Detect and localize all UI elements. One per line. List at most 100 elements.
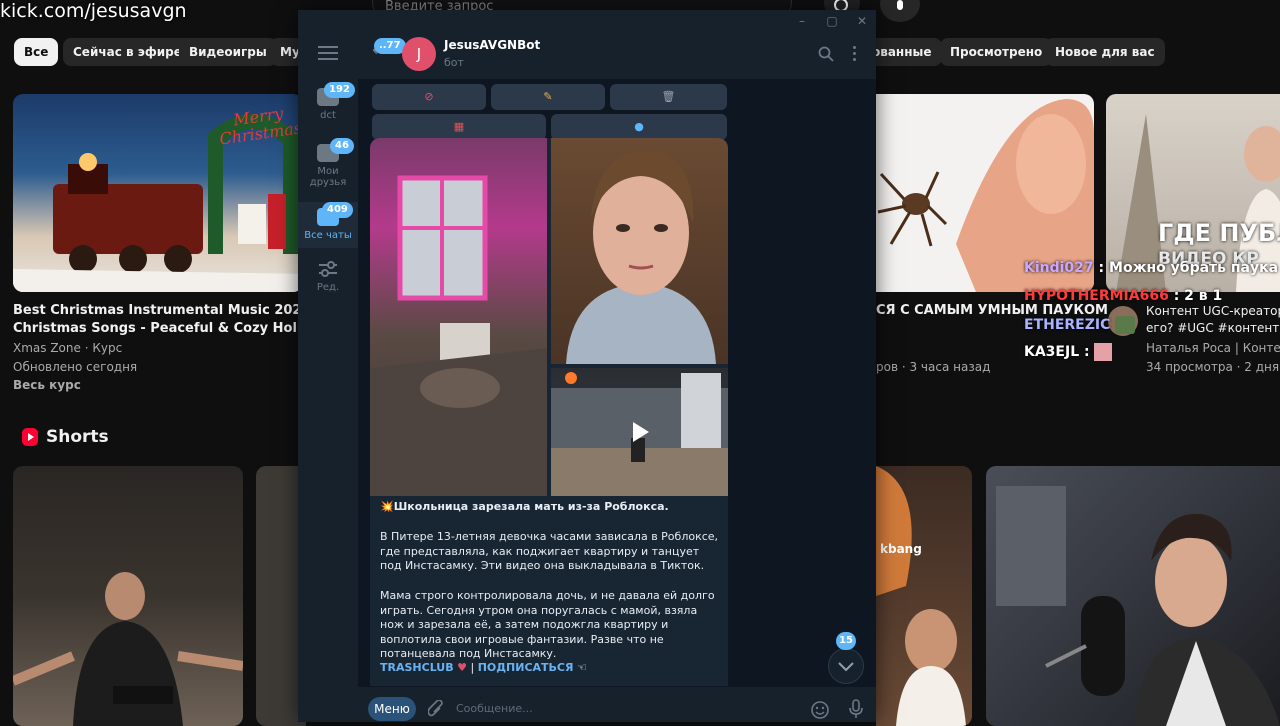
inline-keyboard-button[interactable]: ⊘: [372, 84, 486, 110]
scroll-to-bottom-button[interactable]: [828, 648, 864, 684]
video-title[interactable]: Best Christmas Instrumental Music 2025 🎄…: [13, 302, 303, 338]
shorts-icon: [22, 428, 38, 446]
message-links: TRASHCLUB ♥ | ПОДПИСАТЬСЯ ☜: [380, 661, 720, 676]
message-photo-woman[interactable]: [551, 138, 728, 364]
thumb-overlay-text1: ГДЕ ПУБЛ: [1158, 219, 1280, 247]
attach-icon[interactable]: [427, 699, 444, 722]
full-course-link[interactable]: Весь курс: [13, 376, 81, 395]
no-sign-icon: ⊘: [424, 90, 434, 103]
back-unread-badge: ..77: [374, 38, 406, 54]
link-separator: |: [466, 661, 478, 674]
microphone-icon[interactable]: [849, 699, 863, 723]
message-paragraph-1: В Питере 13-летняя девочка часами зависа…: [380, 530, 719, 572]
calendar-icon: ▦: [453, 120, 465, 133]
message-input[interactable]: Сообщение...: [456, 702, 533, 715]
stream-chat-line: HYPOTHERMIA666 : 2 в 1: [1024, 288, 1222, 304]
woman-portrait-image: [566, 150, 716, 364]
chat-message: : 2 в 1: [1168, 288, 1223, 304]
message-video-roblox[interactable]: [551, 368, 728, 496]
more-options-icon[interactable]: [853, 46, 857, 61]
video-thumbnail-christmas[interactable]: Merry Christmas: [13, 94, 303, 292]
channel-name[interactable]: Xmas Zone · Курс: [13, 339, 122, 358]
chat-username: ETHEREZIC: [1024, 317, 1111, 333]
chip-live[interactable]: Сейчас в эфире: [63, 38, 192, 66]
folder-all-chats[interactable]: Все чаты 409: [298, 202, 358, 248]
pointing-hand-icon: ☜: [573, 661, 587, 674]
kick-channel-url: kick.com/jesusavgn: [0, 0, 187, 22]
short-1-image: [13, 572, 243, 726]
message-paragraph-2: Мама строго контролировала дочь, и не да…: [380, 589, 715, 660]
inline-keyboard-button[interactable]: ✎: [491, 84, 605, 110]
trashclub-link[interactable]: TRASHCLUB: [380, 661, 454, 674]
subscribe-link[interactable]: ПОДПИСАТЬСЯ: [478, 661, 574, 674]
window-titlebar[interactable]: – ▢ ✕: [298, 10, 876, 32]
emoji-icon[interactable]: [810, 700, 830, 724]
chip-new-for-you[interactable]: Новое для вас: [1045, 38, 1165, 66]
message-headline: 💥Школьница зарезала мать из-за Роблокса.: [380, 500, 669, 513]
close-button[interactable]: ✕: [854, 13, 870, 29]
short-thumbnail-1[interactable]: [13, 466, 243, 726]
broom-icon: ✎: [543, 90, 553, 103]
chat-avatar[interactable]: J: [402, 37, 436, 71]
folder-edit[interactable]: Ред.: [298, 260, 358, 300]
red-heart-icon: ♥: [453, 661, 467, 674]
stream-chat-line: Kindi027 : Можно убрать паука: [1024, 260, 1278, 276]
folder-label: Ред.: [316, 282, 340, 293]
short-thumbnail-3[interactable]: kbang: [876, 466, 972, 726]
message-bubble[interactable]: 💥Школьница зарезала мать из-за Роблокса.…: [370, 138, 728, 698]
streamer-webcam: [986, 466, 1280, 726]
video-meta-ugc: 34 просмотра · 2 дня наз: [1146, 360, 1280, 374]
chip-gaming[interactable]: Видеоигры: [179, 38, 277, 66]
sliders-icon: [319, 261, 337, 277]
maximize-button[interactable]: ▢: [824, 13, 840, 29]
minimize-button[interactable]: –: [794, 13, 810, 29]
chat-name[interactable]: JesusAVGNBot: [444, 38, 540, 52]
search-icon[interactable]: [818, 46, 834, 66]
play-icon[interactable]: [625, 418, 653, 446]
short-3-image: [876, 466, 966, 726]
chat-username: HYPOTHERMIA666: [1024, 288, 1169, 304]
chat-username: Kindi027: [1024, 260, 1094, 276]
video-meta-spider: ров · 3 часа назад: [876, 360, 991, 374]
video-title-ugc-line1: Контент UGC-креатор: [1146, 304, 1280, 318]
chip-all[interactable]: Все: [14, 38, 59, 66]
chat-message: :: [1079, 344, 1090, 360]
short-overlay-text: kbang: [880, 542, 922, 556]
bot-menu-button[interactable]: Меню: [368, 697, 416, 721]
voice-search-button[interactable]: [880, 0, 920, 22]
inline-keyboard-button[interactable]: 🗑: [610, 84, 727, 110]
microphone-icon: [897, 0, 903, 10]
video-title-ugc-line2: его? #UGC #контентз: [1146, 321, 1280, 335]
user-icon: ●: [634, 120, 644, 133]
folder-dct[interactable]: dct 192: [298, 82, 358, 134]
unread-badge: 409: [322, 202, 353, 218]
shorts-heading: Shorts: [46, 427, 109, 447]
telegram-window: – ▢ ✕ dct 192 Мои друзья 46 Все чаты 409: [298, 10, 876, 722]
message-photo-apartment[interactable]: [370, 138, 547, 496]
chat-message: : Можно убрать паука: [1093, 260, 1279, 276]
unread-count-badge: 15: [836, 632, 856, 650]
chip-watched[interactable]: Просмотрено: [940, 38, 1053, 66]
folder-sidebar: dct 192 Мои друзья 46 Все чаты 409 Ред.: [298, 32, 358, 722]
streamer-image: [996, 486, 1280, 726]
inline-keyboard-button[interactable]: ▦: [372, 114, 546, 140]
chat-emote: [1115, 316, 1136, 334]
folder-label: Все чаты: [304, 230, 352, 241]
chat-emote: [1094, 343, 1113, 361]
video-title-line1: Best Christmas Instrumental Music 2025 🎄…: [13, 303, 303, 318]
folder-label: dct: [320, 110, 336, 121]
trash-icon: 🗑: [661, 90, 676, 103]
folder-label: Мои друзья: [309, 166, 347, 188]
chevron-down-icon: [838, 662, 854, 672]
updated-label: Обновлено сегодня: [13, 360, 138, 374]
inline-keyboard-button[interactable]: ●: [551, 114, 727, 140]
chat-username: KA3EJL: [1024, 344, 1080, 360]
channel-name-ugc[interactable]: Наталья Роса | Контент-: [1146, 339, 1280, 358]
burned-apartment-image: [370, 175, 547, 496]
unread-badge: 46: [330, 138, 354, 154]
chat-status: бот: [444, 56, 464, 69]
stream-chat-line: KA3EJL :: [1024, 343, 1113, 361]
folder-my-friends[interactable]: Мои друзья 46: [298, 138, 358, 200]
stream-chat-line: ETHEREZIC: [1024, 316, 1136, 334]
hamburger-menu-icon[interactable]: [318, 46, 338, 60]
